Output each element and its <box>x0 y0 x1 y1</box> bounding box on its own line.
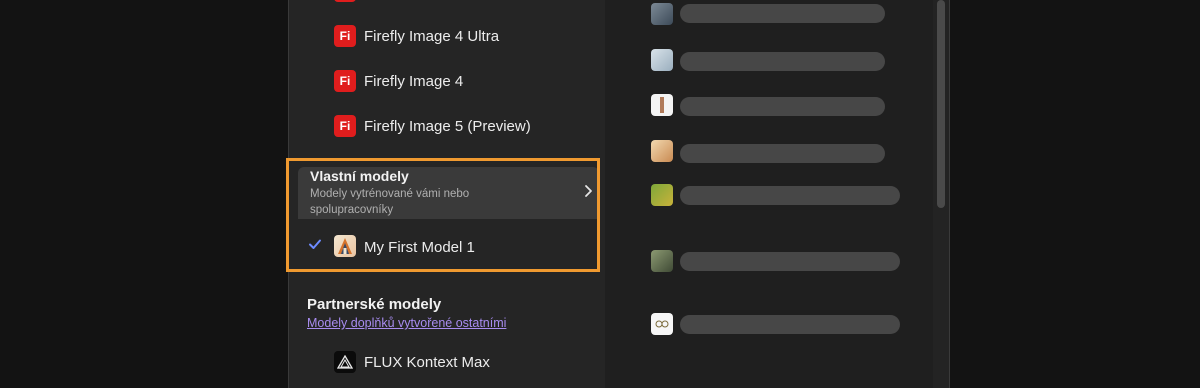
highlight-frame <box>286 158 600 272</box>
loading-bar <box>680 252 900 271</box>
firefly-badge-icon: Fi <box>334 115 356 137</box>
loading-bar <box>680 97 885 116</box>
model-label: Firefly Image 4 <box>364 72 464 90</box>
firefly-badge-icon <box>334 0 356 2</box>
model-label: Firefly Image 5 (Preview) <box>364 117 531 135</box>
firefly-badge-icon: Fi <box>334 25 356 47</box>
firefly-badge-icon: Fi <box>334 70 356 92</box>
result-thumbnail[interactable] <box>651 313 673 335</box>
model-item-flux-kontext-max[interactable]: FLUX Kontext Max <box>334 350 490 374</box>
result-thumbnail[interactable] <box>651 49 673 71</box>
result-thumbnail[interactable] <box>651 94 673 116</box>
loading-bar <box>680 52 885 71</box>
loading-bar <box>680 4 885 23</box>
model-item-firefly-image-4-ultra[interactable]: Fi Firefly Image 4 Ultra <box>334 24 499 48</box>
scrollbar-thumb[interactable] <box>937 0 945 208</box>
loading-bar <box>680 315 900 334</box>
loading-bar <box>680 144 885 163</box>
result-thumbnail[interactable] <box>651 250 673 272</box>
partner-models-title: Partnerské modely <box>307 296 442 313</box>
loading-bar <box>680 186 900 205</box>
model-label: FLUX Kontext Max <box>364 353 490 371</box>
result-thumbnail[interactable] <box>651 3 673 25</box>
result-thumbnail[interactable] <box>651 184 673 206</box>
partner-models-link[interactable]: Modely doplňků vytvořené ostatními <box>307 316 506 330</box>
model-item-firefly-image-5-preview[interactable]: Fi Firefly Image 5 (Preview) <box>334 114 531 138</box>
result-thumbnail[interactable] <box>651 140 673 162</box>
model-label: Firefly Image 4 Ultra <box>364 27 500 45</box>
model-item-firefly-image-4[interactable]: Fi Firefly Image 4 <box>334 69 463 93</box>
